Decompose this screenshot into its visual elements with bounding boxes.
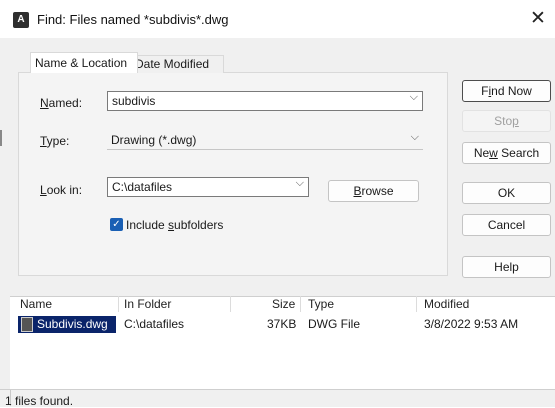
dwg-file-icon <box>21 317 33 332</box>
include-subfolders-label[interactable]: Include subfolders <box>126 218 223 232</box>
column-divider[interactable] <box>300 296 301 312</box>
column-divider[interactable] <box>230 296 231 312</box>
column-header-name[interactable]: Name <box>20 296 52 313</box>
cancel-button[interactable]: Cancel <box>462 214 551 236</box>
new-search-mnemonic: w <box>489 146 498 160</box>
named-value: subdivis <box>112 94 156 108</box>
include-pre: Include <box>126 218 169 232</box>
stop-mnemonic: p <box>512 114 519 128</box>
browse-button[interactable]: Browse <box>328 180 419 202</box>
new-search-button[interactable]: New Search <box>462 142 551 164</box>
tab-name-location[interactable]: Name & Location <box>30 52 138 73</box>
named-combobox[interactable]: subdivis ⌵ <box>107 91 423 111</box>
lookin-label: Look in: <box>40 183 82 197</box>
lookin-label-text: ook in: <box>46 183 83 197</box>
ok-button[interactable]: OK <box>462 182 551 204</box>
find-now-rest: nd Now <box>491 84 532 98</box>
browse-mnemonic: B <box>353 184 362 198</box>
chevron-down-icon[interactable]: ⌵ <box>410 91 418 104</box>
named-label: Named: <box>40 96 82 110</box>
help-button[interactable]: Help <box>462 256 551 278</box>
column-divider[interactable] <box>118 296 119 312</box>
chevron-down-icon[interactable]: ⌵ <box>411 131 419 144</box>
lookin-value: C:\datafiles <box>112 180 173 194</box>
type-label: Type: <box>40 134 69 148</box>
row-modified: 3/8/2022 9:53 AM <box>424 317 519 331</box>
new-search-rest: Search <box>497 146 540 160</box>
type-label-text: ype: <box>46 134 70 148</box>
lookin-combobox[interactable]: C:\datafiles ⌵ <box>107 177 309 197</box>
type-label-mnemonic: T <box>40 134 47 148</box>
column-divider[interactable] <box>416 296 417 312</box>
named-label-text: amed: <box>48 96 83 110</box>
include-rest: ubfolders <box>174 218 224 232</box>
stop-button[interactable]: Stop <box>462 110 551 132</box>
lookin-label-mnemonic: L <box>40 183 47 197</box>
column-header-type[interactable]: Type <box>308 296 334 313</box>
type-combobox[interactable]: Drawing (*.dwg) ⌵ <box>107 130 423 150</box>
window-title: Find: Files named *subdivis*.dwg <box>37 12 229 27</box>
row-size: 37KB <box>267 317 297 331</box>
column-header-size[interactable]: Size <box>272 296 295 313</box>
tab-date-modified[interactable]: Date Modified <box>130 55 224 73</box>
row-name[interactable]: Subdivis.dwg <box>37 316 108 333</box>
find-now-button[interactable]: Find Now <box>462 80 551 102</box>
chevron-down-icon[interactable]: ⌵ <box>296 177 304 190</box>
close-icon[interactable]: ✕ <box>527 9 549 29</box>
column-header-modified[interactable]: Modified <box>424 296 469 313</box>
type-value: Drawing (*.dwg) <box>111 133 197 147</box>
row-folder: C:\datafiles <box>124 317 185 331</box>
new-search-pre: Ne <box>473 146 490 160</box>
column-header-folder[interactable]: In Folder <box>124 296 171 313</box>
window-edge-mark <box>0 130 2 146</box>
row-type: DWG File <box>308 317 360 331</box>
status-bar <box>0 389 555 407</box>
browse-label: rowse <box>361 184 394 198</box>
app-icon: A <box>13 12 29 28</box>
include-subfolders-checkbox[interactable]: ✓ <box>110 218 123 231</box>
stop-pre: Sto <box>494 114 513 128</box>
named-label-mnemonic: N <box>40 96 49 110</box>
